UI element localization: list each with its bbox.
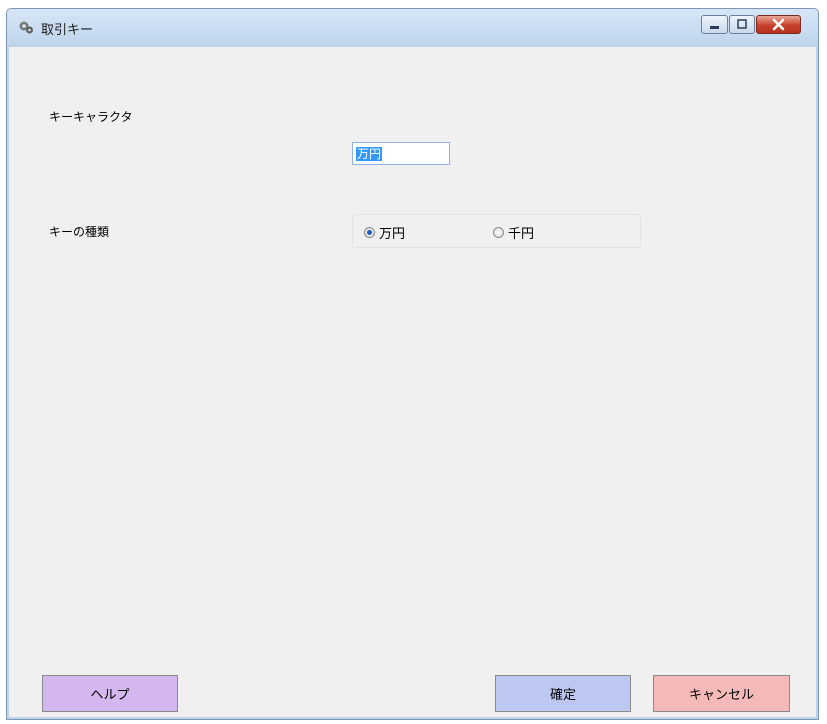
ok-button[interactable]: 確定 (495, 675, 631, 712)
radio-checked-icon (364, 226, 375, 238)
key-type-label: キーの種類 (49, 225, 110, 239)
cancel-button[interactable]: キャンセル (653, 675, 790, 712)
radio-unchecked-icon (493, 226, 504, 238)
close-button[interactable] (756, 15, 801, 34)
key-character-input[interactable]: 万円 (352, 142, 450, 165)
key-character-label: キーキャラクタ (49, 110, 133, 124)
gears-icon (19, 21, 33, 34)
radio-option-sen-en[interactable]: 千円 (493, 224, 535, 242)
key-type-radio-group: 万円 千円 (352, 214, 641, 248)
close-icon (772, 18, 785, 31)
help-button[interactable]: ヘルプ (42, 675, 178, 712)
window-title: 取引キー (41, 23, 94, 38)
maximize-icon (737, 19, 747, 29)
dialog-content: キーキャラクタ 万円 キーの種類 万円 千円 ヘルプ 確定 キャンセル (9, 47, 816, 717)
title-bar[interactable]: 取引キー (7, 9, 818, 47)
minimize-icon (710, 26, 719, 29)
minimize-button[interactable] (701, 15, 728, 34)
maximize-button[interactable] (729, 15, 755, 34)
key-character-value: 万円 (356, 147, 383, 161)
radio-label: 千円 (508, 226, 535, 242)
radio-label: 万円 (379, 226, 406, 242)
dialog-window: 取引キー キーキャラクタ 万円 キーの種類 万円 千円 ヘルプ 確定 キャンセル (6, 8, 819, 720)
radio-option-man-en[interactable]: 万円 (364, 224, 406, 242)
